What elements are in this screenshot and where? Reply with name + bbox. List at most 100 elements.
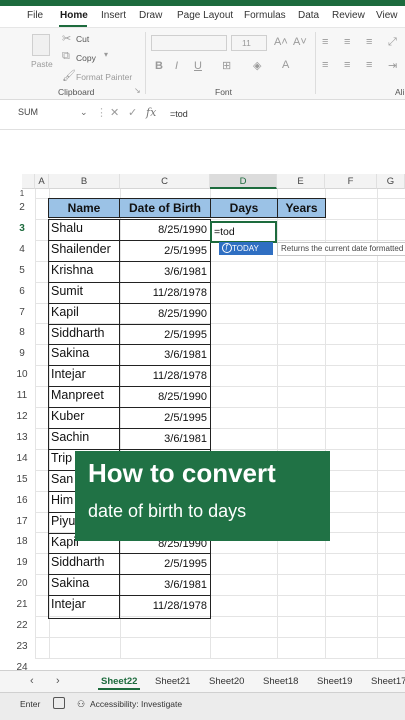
row-header[interactable]: 19 bbox=[9, 553, 35, 574]
align-center-icon[interactable]: ≡ bbox=[344, 59, 350, 71]
row-header[interactable]: 11 bbox=[9, 386, 35, 407]
fill-color-icon[interactable]: ◈ bbox=[253, 59, 261, 72]
copy-dropdown-icon[interactable]: ▾ bbox=[104, 50, 108, 59]
align-top-icon[interactable]: ≡ bbox=[322, 36, 328, 48]
column-header-e[interactable]: E bbox=[277, 174, 325, 189]
increase-font-icon[interactable]: A˄ bbox=[274, 36, 288, 48]
clipboard-launcher-icon[interactable]: ↘ bbox=[134, 86, 141, 95]
name-cell[interactable]: Krishna bbox=[49, 263, 119, 277]
column-header-g[interactable]: G bbox=[377, 174, 405, 189]
paste-icon[interactable] bbox=[32, 34, 50, 56]
formula-input[interactable]: =tod bbox=[170, 109, 188, 119]
name-cell[interactable]: Siddharth bbox=[49, 326, 119, 340]
header-name[interactable]: Name bbox=[48, 198, 120, 218]
date-of-birth-cell[interactable]: 2/5/1995 bbox=[120, 412, 210, 424]
date-of-birth-cell[interactable]: 11/28/1978 bbox=[120, 370, 210, 382]
tab-review[interactable]: Review bbox=[332, 10, 365, 21]
column-header-b[interactable]: B bbox=[49, 174, 120, 189]
date-of-birth-cell[interactable]: 2/5/1995 bbox=[120, 245, 210, 257]
active-cell-d3[interactable]: =tod bbox=[210, 221, 277, 243]
date-of-birth-cell[interactable]: 11/28/1978 bbox=[120, 600, 210, 612]
font-color-icon[interactable]: A bbox=[282, 59, 289, 71]
column-header-c[interactable]: C bbox=[120, 174, 210, 189]
column-header-a[interactable]: A bbox=[35, 174, 49, 189]
sheet-tab-sheet17[interactable]: Sheet17 bbox=[371, 676, 405, 687]
font-name-select[interactable] bbox=[151, 35, 227, 51]
sheet-tab-sheet18[interactable]: Sheet18 bbox=[263, 676, 298, 687]
date-of-birth-cell[interactable]: 3/6/1981 bbox=[120, 349, 210, 361]
row-header[interactable]: 14 bbox=[9, 449, 35, 470]
row-header[interactable]: 3 bbox=[9, 219, 35, 240]
name-cell[interactable]: Shalu bbox=[49, 221, 119, 235]
borders-icon[interactable]: ⊞ bbox=[222, 59, 231, 72]
row-header[interactable]: 22 bbox=[9, 616, 35, 637]
indent-icon[interactable]: ⇥ bbox=[388, 59, 397, 72]
row-header[interactable]: 6 bbox=[9, 282, 35, 303]
chevron-down-icon[interactable]: ⌄ bbox=[80, 107, 88, 118]
row-header[interactable]: 23 bbox=[9, 637, 35, 658]
row-header[interactable]: 17 bbox=[9, 512, 35, 533]
date-of-birth-cell[interactable]: 11/28/1978 bbox=[120, 287, 210, 299]
row-header[interactable]: 12 bbox=[9, 407, 35, 428]
row-header[interactable]: 5 bbox=[9, 261, 35, 282]
orientation-icon[interactable]: ⤢ bbox=[388, 36, 397, 49]
header-date-of-birth[interactable]: Date of Birth bbox=[119, 198, 211, 218]
chevron-left-icon[interactable]: ‹ bbox=[30, 675, 34, 687]
decrease-font-icon[interactable]: A˅ bbox=[293, 36, 307, 48]
column-header-d[interactable]: D bbox=[210, 174, 277, 189]
row-header[interactable]: 20 bbox=[9, 574, 35, 595]
underline-button[interactable]: U bbox=[194, 60, 202, 72]
name-cell[interactable]: Siddharth bbox=[49, 555, 119, 569]
name-cell[interactable]: Kuber bbox=[49, 409, 119, 423]
tab-home[interactable]: Home bbox=[60, 10, 88, 21]
name-cell[interactable]: Intejar bbox=[49, 597, 119, 611]
cut-button[interactable]: Cut bbox=[76, 34, 89, 44]
row-header[interactable]: 9 bbox=[9, 344, 35, 365]
macro-recording-icon[interactable] bbox=[53, 697, 65, 709]
worksheet-grid[interactable]: A B C D E F G 1 2 3 4 5 6 7 8 9 10 11 12 13 14 15 16 17 1… bbox=[0, 130, 405, 680]
tab-view[interactable]: View bbox=[376, 10, 398, 21]
cancel-icon[interactable]: ✕ bbox=[110, 106, 119, 119]
date-of-birth-cell[interactable]: 3/6/1981 bbox=[120, 579, 210, 591]
date-of-birth-cell[interactable]: 2/5/1995 bbox=[120, 558, 210, 570]
sheet-tab-sheet22[interactable]: Sheet22 bbox=[101, 676, 137, 687]
align-right-icon[interactable]: ≡ bbox=[366, 59, 372, 71]
accessibility-status[interactable]: Accessibility: Investigate bbox=[90, 699, 182, 709]
sheet-tab-sheet20[interactable]: Sheet20 bbox=[209, 676, 244, 687]
tab-insert[interactable]: Insert bbox=[101, 10, 126, 21]
row-header[interactable]: 7 bbox=[9, 303, 35, 324]
enter-icon[interactable]: ✓ bbox=[128, 106, 137, 119]
format-painter-button[interactable]: Format Painter bbox=[76, 72, 132, 82]
row-header[interactable]: 2 bbox=[9, 198, 35, 219]
tab-page-layout[interactable]: Page Layout bbox=[177, 10, 233, 21]
tab-draw[interactable]: Draw bbox=[139, 10, 162, 21]
font-size-select[interactable]: 11 bbox=[231, 35, 267, 51]
column-header-f[interactable]: F bbox=[325, 174, 377, 189]
bold-button[interactable]: B bbox=[155, 60, 163, 72]
name-cell[interactable]: Sakina bbox=[49, 576, 119, 590]
row-header[interactable]: 4 bbox=[9, 240, 35, 261]
row-header[interactable]: 13 bbox=[9, 428, 35, 449]
name-cell[interactable]: Intejar bbox=[49, 367, 119, 381]
name-cell[interactable]: Kapil bbox=[49, 305, 119, 319]
sheet-tab-sheet21[interactable]: Sheet21 bbox=[155, 676, 190, 687]
italic-button[interactable]: I bbox=[175, 60, 178, 72]
row-header[interactable]: 15 bbox=[9, 470, 35, 491]
name-cell[interactable]: Shailender bbox=[49, 242, 119, 256]
name-cell[interactable]: Manpreet bbox=[49, 388, 119, 402]
name-cell[interactable]: Sumit bbox=[49, 284, 119, 298]
align-middle-icon[interactable]: ≡ bbox=[344, 36, 350, 48]
row-header[interactable]: 18 bbox=[9, 532, 35, 553]
header-days[interactable]: Days bbox=[210, 198, 278, 218]
tab-data[interactable]: Data bbox=[298, 10, 319, 21]
date-of-birth-cell[interactable]: 8/25/1990 bbox=[120, 308, 210, 320]
row-header[interactable]: 21 bbox=[9, 595, 35, 616]
select-all-corner[interactable] bbox=[22, 174, 35, 189]
row-header[interactable]: 16 bbox=[9, 491, 35, 512]
date-of-birth-cell[interactable]: 8/25/1990 bbox=[120, 391, 210, 403]
row-header[interactable]: 8 bbox=[9, 323, 35, 344]
align-bottom-icon[interactable]: ≡ bbox=[366, 36, 372, 48]
header-years[interactable]: Years bbox=[277, 198, 326, 218]
paste-button[interactable]: Paste bbox=[31, 59, 53, 69]
name-cell[interactable]: Sakina bbox=[49, 346, 119, 360]
